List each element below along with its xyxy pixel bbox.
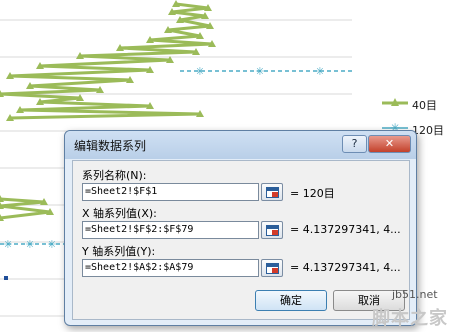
series-name-label: 系列名称(N):	[82, 169, 147, 182]
range-select-icon	[266, 225, 279, 236]
legend-label-40: 40目	[412, 99, 437, 112]
ok-button[interactable]: 确定	[255, 290, 327, 311]
help-button[interactable]: ?	[342, 135, 367, 153]
x-values-range-button[interactable]	[261, 221, 283, 239]
edit-series-dialog: 编辑数据系列 ? ✕ 系列名称(N): =Sheet2!$F$1 = 120目 …	[64, 130, 417, 326]
watermark-site-name: 脚本之家	[372, 308, 448, 329]
dialog-body: 系列名称(N): =Sheet2!$F$1 = 120目 X 轴系列值(X): …	[72, 160, 410, 320]
series-120-marker: ✳	[315, 65, 324, 78]
range-select-icon	[266, 263, 279, 274]
y-values-input[interactable]: =Sheet2!$A$2:$A$79	[82, 259, 259, 277]
series-name-preview: = 120目	[290, 187, 335, 200]
range-select-icon	[266, 187, 279, 198]
dialog-title: 编辑数据系列	[74, 139, 147, 153]
series-120-marker: ✳	[25, 238, 34, 251]
y-values-range-button[interactable]	[261, 259, 283, 277]
series-marker-dot	[4, 276, 8, 280]
x-values-preview: = 4.137297341, 4...	[290, 223, 401, 236]
watermark-url: jb51.net	[392, 288, 438, 301]
series-120-marker: ✳	[47, 238, 56, 251]
close-button[interactable]: ✕	[368, 135, 411, 153]
series-120-marker: ✳	[255, 65, 264, 78]
series-120-marker: ✳	[3, 238, 12, 251]
dialog-titlebar[interactable]: 编辑数据系列 ? ✕	[65, 131, 416, 159]
series-120-marker: ✳	[195, 65, 204, 78]
series-name-input[interactable]: =Sheet2!$F$1	[82, 183, 259, 201]
x-values-input[interactable]: =Sheet2!$F$2:$F$79	[82, 221, 259, 239]
y-values-label: Y 轴系列值(Y):	[82, 245, 156, 258]
x-values-label: X 轴系列值(X):	[82, 207, 157, 220]
y-values-preview: = 4.137297341, 4...	[290, 261, 401, 274]
series-name-range-button[interactable]	[261, 183, 283, 201]
